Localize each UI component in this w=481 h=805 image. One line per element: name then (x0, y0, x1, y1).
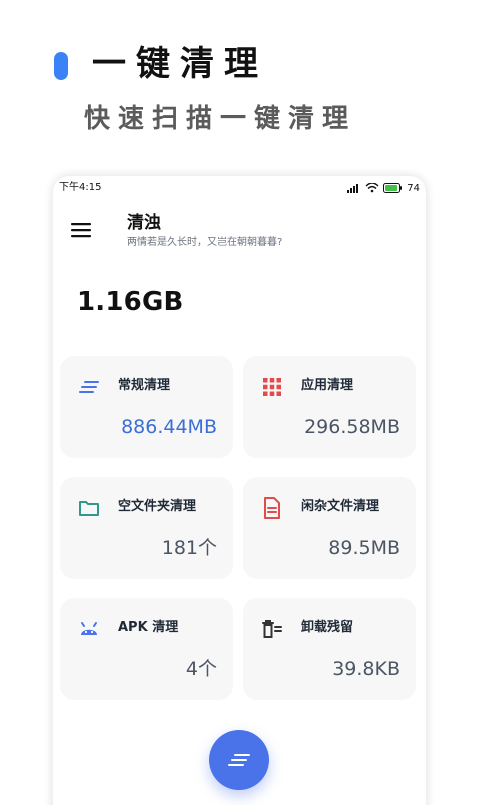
total-size: 1.16GB (77, 287, 184, 317)
battery-icon (383, 183, 403, 193)
status-icons: 74 (347, 180, 420, 196)
promo-subtitle: 快速扫描一键清理 (84, 104, 357, 134)
folder-icon (78, 497, 100, 519)
menu-icon (71, 223, 91, 238)
app-subtitle: 两情若是久长时，又岂在朝朝暮暮? (127, 237, 283, 248)
card-value: 39.8KB (332, 658, 400, 680)
card-value: 4个 (185, 658, 217, 680)
card-value: 886.44MB (121, 416, 217, 438)
promo-screen: 一键清理 快速扫描一键清理 下午4:15 74 清浊 两情若是久长时，又岂在朝朝… (0, 0, 481, 805)
card-value: 296.58MB (304, 416, 400, 438)
phone-screenshot: 下午4:15 74 清浊 两情若是久长时，又岂在朝朝暮暮? 1.16GB 常规清… (53, 176, 426, 805)
card-apk-clean[interactable]: APK 清理 4个 (60, 598, 233, 700)
card-value: 181个 (161, 537, 217, 559)
card-misc-files-clean[interactable]: 闲杂文件清理 89.5MB (243, 477, 416, 579)
card-label: 闲杂文件清理 (301, 499, 380, 514)
card-label: APK 清理 (118, 620, 179, 635)
lines-icon (228, 754, 250, 766)
app-bar: 清浊 两情若是久长时，又岂在朝朝暮暮? (53, 204, 426, 256)
signal-icon (347, 183, 361, 193)
android-icon (78, 618, 100, 640)
card-app-clean[interactable]: 应用清理 296.58MB (243, 356, 416, 458)
promo-title: 一键清理 (92, 44, 268, 84)
menu-button[interactable] (63, 212, 99, 248)
wifi-icon (365, 183, 379, 193)
trash-list-icon (261, 618, 283, 640)
card-general-clean[interactable]: 常规清理 886.44MB (60, 356, 233, 458)
card-label: 空文件夹清理 (118, 499, 197, 514)
promo-accent-bar (54, 52, 68, 80)
card-label: 卸载残留 (301, 620, 354, 635)
lines-icon (78, 376, 100, 398)
card-label: 应用清理 (301, 378, 354, 393)
status-time: 下午4:15 (59, 182, 102, 193)
card-value: 89.5MB (328, 537, 400, 559)
app-title: 清浊 (127, 213, 161, 233)
clean-fab-button[interactable] (209, 730, 269, 790)
grid-icon (261, 376, 283, 398)
status-bar: 下午4:15 74 (53, 176, 426, 200)
card-uninstall-residue[interactable]: 卸载残留 39.8KB (243, 598, 416, 700)
document-icon (261, 497, 283, 519)
battery-percent: 74 (407, 182, 420, 194)
card-label: 常规清理 (118, 378, 171, 393)
card-empty-folder-clean[interactable]: 空文件夹清理 181个 (60, 477, 233, 579)
